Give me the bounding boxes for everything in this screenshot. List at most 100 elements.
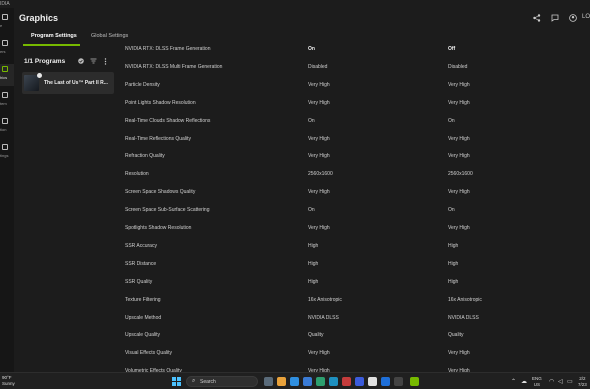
home-icon [2,14,8,20]
setting-name: Real-Time Reflections Quality [125,135,191,142]
battery-icon[interactable]: ▭ [567,378,573,385]
setting-row[interactable]: Real-Time Reflections Quality Very High Ve… [118,132,590,150]
setting-current-value: Very High [308,225,330,231]
app-icon-4[interactable] [355,377,364,386]
setting-current-value: 2560x1600 [308,171,333,178]
nvidia-app-icon[interactable] [410,377,419,386]
app-icon-6[interactable] [381,377,390,386]
add-program-icon[interactable] [78,58,84,66]
program-item[interactable]: The Last of Us™ Part II R... [22,72,114,94]
setting-row[interactable]: Screen Space Shadows Quality Very High Ver… [118,185,590,203]
setting-current-value: Quality [308,332,324,339]
file-explorer-icon[interactable] [277,377,286,386]
setting-row[interactable]: Resolution 2560x1600 2560x1600 [118,167,590,185]
setting-row[interactable]: SSR Quality High High [118,275,590,293]
setting-optimal-value: On [448,207,455,214]
rail-item-system[interactable]: tem [0,90,14,112]
page-header: Graphics LO [14,8,590,30]
tab-global-settings[interactable]: Global Settings [91,33,128,39]
setting-row[interactable]: Point Lights Shadow Resolution Very High V… [118,96,590,114]
setting-row[interactable]: Upscale Quality Quality Quality [118,328,590,346]
store-icon[interactable] [303,377,312,386]
setting-optimal-value: 2560x1600 [448,171,473,178]
nav-rail: e ers hics tem tion tings [0,8,14,372]
setting-current-value: NVIDIA DLSS [308,314,339,321]
app-icon-1[interactable] [316,377,325,386]
wifi-icon[interactable]: ◠ [549,378,554,385]
app-icon-7[interactable] [394,377,403,386]
taskbar-search[interactable]: ⌕ Search [186,376,258,387]
setting-row[interactable]: Refraction Quality Very High Very High [118,149,590,167]
setting-optimal-value: Very High [448,225,470,231]
feedback-icon[interactable] [550,14,559,23]
setting-row[interactable]: SSR Distance High High [118,257,590,275]
setting-current-value: Very High [308,153,330,160]
rail-item-label: ers [0,49,6,54]
language-indicator[interactable]: ENG US [532,376,542,387]
app-icon-3[interactable] [342,377,351,386]
setting-optimal-value: Very High [448,81,470,88]
weather-widget[interactable]: 90°F Sunny [2,375,15,387]
rail-item-drivers[interactable]: ers [0,38,14,60]
setting-optimal-value: On [448,117,455,124]
keyboard-region: US [533,381,541,387]
setting-row[interactable]: Spotlights Shadow Resolution Very High Ver… [118,221,590,239]
setting-row[interactable]: Volumetric Effects Quality Very High Very … [118,364,590,372]
setting-name: Screen Space Shadows Quality [125,189,196,196]
start-button-icon[interactable] [172,377,181,386]
setting-name: Refraction Quality [125,153,165,160]
app-icon-5[interactable] [368,377,377,386]
clock-date: 7/23 [578,381,587,387]
rail-item-graphics[interactable]: hics [0,64,14,86]
filter-icon[interactable] [90,58,97,66]
user-name[interactable]: LO [582,14,590,20]
search-label: Search [200,379,216,385]
tab-program-settings[interactable]: Program Settings [31,33,77,39]
setting-name: NVIDIA RTX: DLSS Frame Generation [125,46,211,52]
setting-optimal-value: Very High [448,153,470,160]
setting-optimal-value: 16x Anisotropic [448,296,482,303]
rail-item-settings[interactable]: tings [0,142,14,164]
setting-name: Upscale Quality [125,332,161,339]
rail-item-home[interactable]: e [0,12,14,34]
setting-row[interactable]: Upscale Method NVIDIA DLSS NVIDIA DLSS [118,311,590,329]
setting-current-value: Very High [308,99,330,106]
setting-row[interactable]: Particle Density Very High Very High [118,78,590,96]
setting-row[interactable]: NVIDIA RTX: DLSS Multi Frame Generation D… [118,60,590,78]
setting-optimal-value: Quality [448,332,464,339]
drivers-icon [2,40,8,46]
clock[interactable]: 2/2 7/23 [578,376,587,387]
setting-row[interactable]: NVIDIA RTX: DLSS Frame Generation On Off [118,42,590,60]
setting-row[interactable]: Real-Time Clouds Shadow Reflections On On [118,114,590,132]
setting-name: SSR Quality [125,278,153,285]
setting-optimal-value: High [448,260,459,267]
user-icon[interactable] [568,14,577,23]
weather-desc: Sunny [2,381,15,386]
rail-item-label: hics [0,75,8,80]
language-code: ENG [532,376,542,381]
chevron-up-icon[interactable]: ⌃ [511,378,516,385]
setting-current-value: 16x Anisotropic [308,296,342,303]
setting-current-value: High [308,278,319,285]
taskbar: 90°F Sunny ⌕ Search ⌃ ☁ ENG US ◠ ◁ ▭ 2/2… [0,372,590,389]
setting-current-value: On [308,46,315,52]
setting-row[interactable]: Visual Effects Quality Very High Very High [118,346,590,364]
volume-icon[interactable]: ◁ [558,378,563,385]
clock-time: 2/2 [579,376,586,381]
rail-item-redemption[interactable]: tion [0,116,14,138]
app-icon-2[interactable] [329,377,338,386]
setting-name: Screen Space Sub-Surface Scattering [125,207,210,214]
page-title: Graphics [19,13,59,23]
setting-optimal-value: High [448,278,459,285]
setting-row[interactable]: Texture Filtering 16x Anisotropic 16x Anis… [118,293,590,311]
share-icon[interactable] [532,14,541,23]
window-titlebar: IDIA [0,0,590,8]
setting-row[interactable]: SSR Accuracy High High [118,239,590,257]
edge-icon[interactable] [290,377,299,386]
setting-current-value: High [308,260,319,267]
task-view-icon[interactable] [264,377,273,386]
more-options-icon[interactable] [104,58,107,67]
setting-row[interactable]: Screen Space Sub-Surface Scattering On On [118,203,590,221]
setting-optimal-value: NVIDIA DLSS [448,314,479,321]
cloud-icon[interactable]: ☁ [521,378,527,385]
